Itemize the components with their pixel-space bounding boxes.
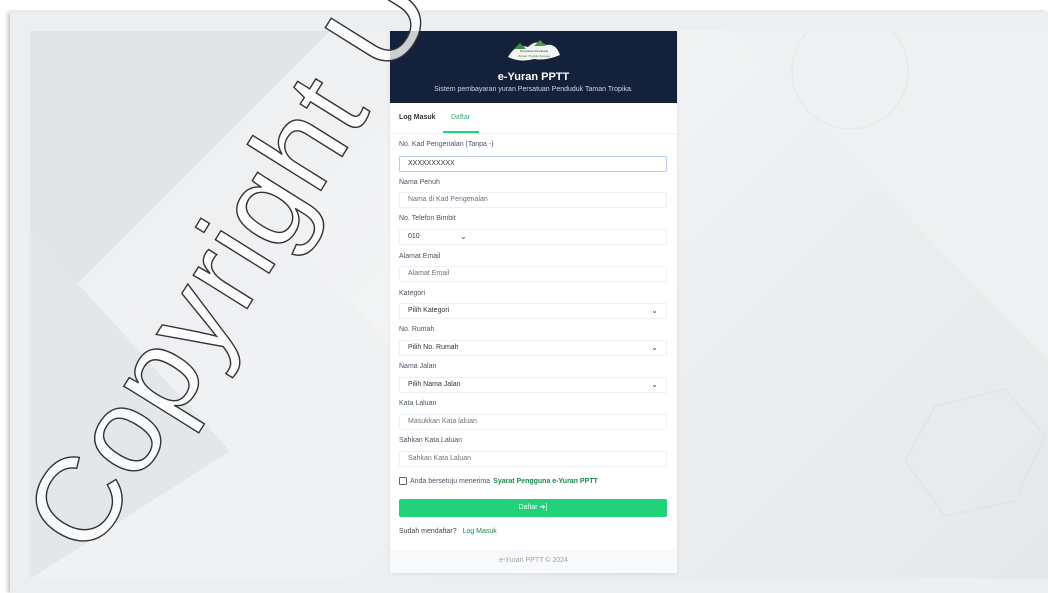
street-label: Nama Jalan: [399, 363, 437, 370]
card-footer: e-Yuran PPTT © 2024: [390, 549, 677, 573]
category-value: Pilih Kategori: [408, 307, 450, 314]
chevron-down-icon: ⌄: [651, 380, 658, 389]
password-input[interactable]: Masukkan Kata laluan: [399, 414, 667, 430]
register-button[interactable]: Daftar ➜]: [399, 499, 667, 517]
terms-row: Anda bersetuju menerima Syarat Pengguna …: [399, 477, 598, 485]
pptt-logo: Persatuan Penduduk Taman Tropika Kajang: [508, 40, 560, 61]
chevron-down-icon: ⌄: [651, 343, 658, 352]
street-value: Pilih Nama Jalan: [408, 381, 461, 388]
ic-input[interactable]: XXXXXXXXXX: [399, 156, 667, 172]
category-label: Kategori: [399, 290, 426, 297]
card-header: Persatuan Penduduk Taman Tropika Kajang …: [390, 31, 677, 103]
svg-text:Persatuan Penduduk: Persatuan Penduduk: [520, 49, 549, 53]
ic-label: No. Kad Pengenalan (Tanpa -): [399, 141, 494, 148]
login-link[interactable]: Log Masuk: [463, 528, 497, 535]
street-select[interactable]: Pilih Nama Jalan ⌄: [399, 377, 667, 393]
house-value: Pilih No. Rumah: [408, 344, 459, 351]
terms-checkbox[interactable]: [399, 477, 407, 485]
confirm-password-input[interactable]: Sahkan Kata Laluan: [399, 451, 667, 467]
already-registered-row: Sudah mendaftar? Log Masuk: [399, 528, 497, 535]
password-label: Kata Laluan: [399, 400, 437, 407]
house-select[interactable]: Pilih No. Rumah ⌄: [399, 340, 667, 356]
auth-tabs: Log Masuk Daftar: [390, 103, 677, 134]
register-card: Persatuan Penduduk Taman Tropika Kajang …: [390, 31, 677, 573]
name-input[interactable]: Nama di Kad Pengenalan: [399, 192, 667, 208]
tab-login[interactable]: Log Masuk: [399, 114, 436, 121]
email-input[interactable]: Alamat Email: [399, 266, 667, 282]
terms-text: Anda bersetuju menerima: [410, 477, 491, 485]
svg-text:Taman Tropika Kajang: Taman Tropika Kajang: [518, 54, 550, 58]
app-title: e-Yuran PPTT: [497, 71, 570, 83]
phone-label: No. Telefon Bimbit: [399, 215, 456, 222]
tab-register[interactable]: Daftar: [451, 114, 470, 121]
chevron-down-icon: ⌄: [460, 232, 467, 241]
already-registered-text: Sudah mendaftar?: [399, 528, 457, 535]
phone-prefix-select[interactable]: 010: [408, 230, 420, 244]
email-label: Alamat Email: [399, 253, 441, 260]
chevron-down-icon: ⌄: [651, 306, 658, 315]
phone-input[interactable]: 010 ⌄: [399, 229, 667, 245]
terms-link[interactable]: Syarat Pengguna e-Yuran PPTT: [493, 478, 598, 485]
name-label: Nama Penuh: [399, 179, 440, 186]
house-label: No. Rumah: [399, 326, 435, 333]
category-select[interactable]: Pilih Kategori ⌄: [399, 303, 667, 319]
active-tab-indicator: [443, 131, 479, 133]
app-subtitle: Sistem pembayaran yuran Persatuan Pendud…: [434, 86, 633, 93]
confirm-password-label: Sahkan Kata Laluan: [399, 437, 463, 444]
